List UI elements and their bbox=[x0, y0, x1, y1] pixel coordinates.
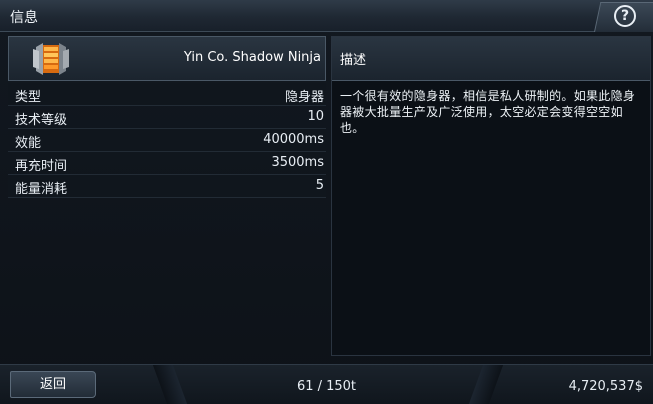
bottom-bar: 返回 61 / 150t 4,720,537$ bbox=[0, 364, 653, 404]
stat-label: 类型 bbox=[15, 90, 42, 105]
description-header: 描述 bbox=[332, 37, 650, 81]
stat-value: 10 bbox=[307, 109, 324, 124]
credits-balance: 4,720,537$ bbox=[568, 379, 643, 394]
item-header: Yin Co. Shadow Ninja bbox=[8, 36, 326, 81]
stat-row-efficiency: 效能 40000ms bbox=[8, 129, 326, 152]
item-info-panel: Yin Co. Shadow Ninja 类型 隐身器 技术等级 10 效能 4… bbox=[8, 36, 326, 356]
stat-value: 3500ms bbox=[271, 155, 324, 170]
stat-label: 效能 bbox=[15, 136, 42, 151]
stat-value: 40000ms bbox=[263, 132, 324, 147]
description-title: 描述 bbox=[340, 53, 367, 68]
stat-label: 技术等级 bbox=[15, 113, 68, 128]
stat-label: 再充时间 bbox=[15, 159, 68, 174]
stat-row-type: 类型 隐身器 bbox=[8, 83, 326, 106]
stat-value: 5 bbox=[315, 178, 324, 193]
help-icon[interactable]: ? bbox=[614, 5, 636, 27]
stat-row-recharge-time: 再充时间 3500ms bbox=[8, 152, 326, 175]
cloaking-device-icon bbox=[33, 43, 69, 75]
info-window: 信息 ? Yin Co. Shadow Ninja 类型 隐身器 技术等级 10… bbox=[0, 0, 653, 404]
stats-table: 类型 隐身器 技术等级 10 效能 40000ms 再充时间 3500ms 能量… bbox=[8, 83, 326, 198]
stat-row-tech-level: 技术等级 10 bbox=[8, 106, 326, 129]
description-text: 一个很有效的隐身器，相信是私人研制的。如果此隐身器被大批量生产及广泛使用，太空必… bbox=[340, 89, 636, 135]
window-title: 信息 bbox=[10, 10, 38, 26]
item-name: Yin Co. Shadow Ninja bbox=[183, 50, 321, 65]
description-panel: 描述 一个很有效的隐身器，相信是私人研制的。如果此隐身器被大批量生产及广泛使用，… bbox=[331, 36, 651, 356]
stat-row-energy-use: 能量消耗 5 bbox=[8, 175, 326, 198]
stat-label: 能量消耗 bbox=[15, 182, 68, 197]
stat-value: 隐身器 bbox=[284, 90, 324, 105]
cargo-capacity: 61 / 150t bbox=[296, 379, 357, 394]
title-bar: 信息 bbox=[0, 0, 653, 32]
